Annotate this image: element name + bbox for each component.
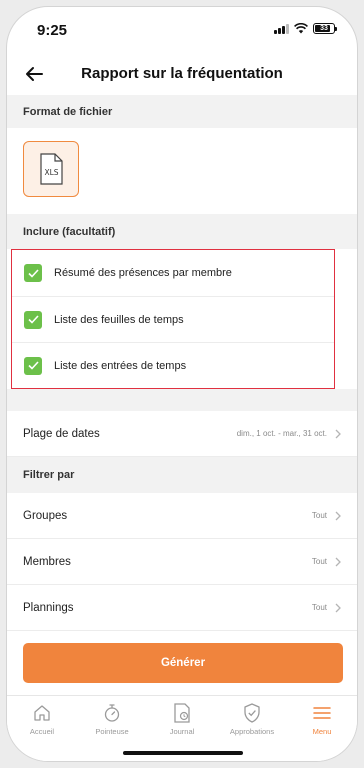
wifi-icon bbox=[294, 23, 308, 34]
chevron-right-icon bbox=[333, 557, 343, 567]
date-range-row[interactable]: Plage de dates dim., 1 oct. - mar., 31 o… bbox=[7, 411, 357, 457]
status-bar: 9:25 33 bbox=[7, 7, 357, 53]
tab-label: Menu bbox=[312, 727, 332, 736]
tab-label: Approbations bbox=[229, 727, 275, 736]
home-icon bbox=[31, 702, 53, 724]
tab-label: Journal bbox=[169, 727, 195, 736]
tab-time-clock[interactable]: Pointeuse bbox=[77, 696, 147, 743]
battery-icon: 33 bbox=[313, 23, 337, 34]
checkbox-checked[interactable] bbox=[24, 310, 42, 329]
filter-value: Tout bbox=[311, 603, 327, 612]
tab-journal[interactable]: Journal bbox=[147, 696, 217, 743]
filter-label: Plannings bbox=[23, 601, 74, 614]
shield-check-icon bbox=[241, 702, 263, 724]
chevron-right-icon bbox=[333, 511, 343, 521]
checkmark-icon bbox=[27, 361, 39, 370]
file-format-section: XLS bbox=[7, 128, 357, 214]
xls-format-option[interactable]: XLS bbox=[23, 141, 79, 197]
include-option-label: Résumé des présences par membre bbox=[54, 267, 232, 279]
filter-value: Tout bbox=[311, 557, 327, 566]
app-header: Rapport sur la fréquentation bbox=[7, 53, 357, 95]
include-heading: Inclure (facultatif) bbox=[7, 214, 357, 249]
include-options-list: Résumé des présences par membre Liste de… bbox=[11, 249, 335, 389]
tab-label: Pointeuse bbox=[95, 727, 129, 736]
timesheet-icon bbox=[171, 702, 193, 724]
chevron-right-icon bbox=[333, 429, 343, 439]
checkmark-icon bbox=[27, 315, 39, 324]
filter-label: Groupes bbox=[23, 509, 68, 522]
status-time: 9:25 bbox=[37, 22, 68, 39]
stopwatch-icon bbox=[101, 702, 123, 724]
include-option-timesheets[interactable]: Liste des feuilles de temps bbox=[12, 296, 334, 342]
bottom-area: Générer Accueil Pointeuse Journal Approb… bbox=[7, 631, 357, 761]
checkbox-checked[interactable] bbox=[24, 264, 42, 282]
status-icons: 33 bbox=[274, 23, 337, 34]
tab-approvals[interactable]: Approbations bbox=[217, 696, 287, 743]
page-title: Rapport sur la fréquentation bbox=[81, 65, 283, 82]
filter-label: Membres bbox=[23, 555, 71, 568]
tab-label: Accueil bbox=[29, 727, 55, 736]
bottom-tab-bar: Accueil Pointeuse Journal Approbations M… bbox=[7, 695, 357, 743]
xls-file-icon: XLS bbox=[40, 153, 63, 185]
include-option-member-summary[interactable]: Résumé des présences par membre bbox=[12, 250, 334, 296]
file-format-heading: Format de fichier bbox=[7, 95, 357, 128]
include-option-label: Liste des feuilles de temps bbox=[54, 313, 184, 326]
phone-screen: 9:25 33 Rapport sur la fréquentation For… bbox=[6, 6, 358, 762]
battery-level: 33 bbox=[320, 25, 328, 32]
section-divider bbox=[7, 389, 357, 411]
chevron-right-icon bbox=[333, 603, 343, 613]
generate-button[interactable]: Générer bbox=[23, 643, 343, 683]
cellular-signal-icon bbox=[274, 23, 289, 34]
filter-row-schedules[interactable]: Plannings Tout bbox=[7, 585, 357, 631]
filter-value: Tout bbox=[311, 511, 327, 520]
date-range-value: dim., 1 oct. - mar., 31 oct. bbox=[236, 429, 327, 438]
checkmark-icon bbox=[27, 268, 39, 278]
tab-menu[interactable]: Menu bbox=[287, 696, 357, 743]
filter-row-groups[interactable]: Groupes Tout bbox=[7, 493, 357, 539]
tab-home[interactable]: Accueil bbox=[7, 696, 77, 743]
filter-heading: Filtrer par bbox=[7, 457, 357, 493]
date-range-label: Plage de dates bbox=[23, 427, 100, 440]
hamburger-menu-icon bbox=[311, 702, 333, 724]
include-option-label: Liste des entrées de temps bbox=[54, 359, 187, 372]
include-option-time-entries[interactable]: Liste des entrées de temps bbox=[12, 342, 334, 388]
xls-label: XLS bbox=[44, 168, 58, 177]
filter-row-members[interactable]: Membres Tout bbox=[7, 539, 357, 585]
home-indicator[interactable] bbox=[123, 751, 243, 755]
checkbox-checked[interactable] bbox=[24, 356, 42, 375]
